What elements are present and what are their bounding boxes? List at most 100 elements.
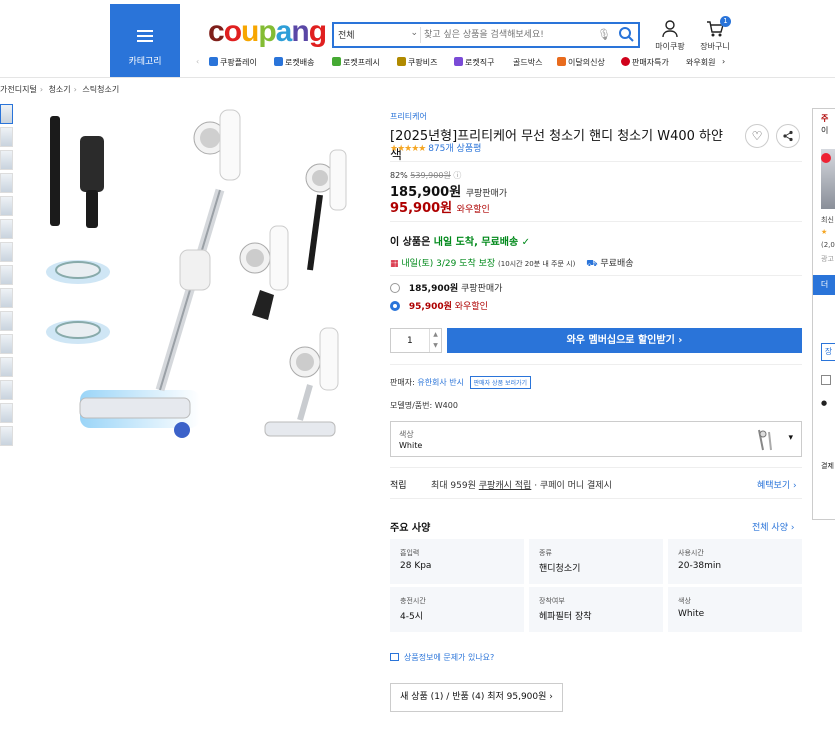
radio-button-selected[interactable] xyxy=(390,301,400,311)
coupang-cash-link[interactable]: 쿠팡캐시 적립 xyxy=(479,481,532,491)
recommend-product-image[interactable] xyxy=(821,149,835,209)
product-main-image[interactable] xyxy=(20,100,365,460)
quick-link[interactable]: 와우회원 xyxy=(686,57,715,68)
quick-link[interactable]: 로켓프레시 xyxy=(332,57,380,68)
wow-membership-button[interactable]: 와우 멤버십으로 할인받기 › xyxy=(447,328,802,353)
seller-name[interactable]: 유한회사 반시 xyxy=(417,378,464,387)
delivery-date: 내일(토) 3/29 도착 보장 xyxy=(401,259,496,269)
logo-letter: u xyxy=(241,15,259,48)
logo-letter: a xyxy=(275,15,293,48)
mypage-label: 마이쿠팡 xyxy=(655,42,685,51)
spec-key: 장착여부 xyxy=(539,597,565,605)
thumbnail[interactable] xyxy=(0,334,13,354)
search-input[interactable] xyxy=(424,26,584,44)
reward-amount: 최대 959원 xyxy=(431,481,476,491)
thumbnail[interactable] xyxy=(0,380,13,400)
quick-link-icon xyxy=(274,57,283,66)
wow-price-note: 와우할인 xyxy=(456,205,490,215)
truck-icon: ⛟ xyxy=(586,259,598,269)
thumbnail[interactable] xyxy=(0,288,13,308)
logo-letter: c xyxy=(208,15,225,48)
divider xyxy=(420,27,421,43)
color-select[interactable]: 색상 White ▾ xyxy=(390,421,802,457)
seller-products-button[interactable]: 판매자 상품 보러가기 xyxy=(469,376,532,389)
caret-up-icon[interactable]: ▲ xyxy=(430,329,441,340)
color-select-value: White xyxy=(399,441,423,450)
thumbnail[interactable] xyxy=(0,403,13,423)
mypage-button[interactable]: 마이쿠팡 xyxy=(650,20,690,52)
cart-label: 장바구니 xyxy=(700,42,730,51)
quantity-stepper[interactable]: 1 ▲ ▼ xyxy=(390,328,442,353)
quick-link[interactable]: 골드박스 xyxy=(513,57,542,68)
discount-badge xyxy=(821,153,831,163)
spec-cell: 장착여부헤파필터 장착 xyxy=(529,587,663,632)
quick-link-icon xyxy=(332,57,341,66)
thumbnail[interactable] xyxy=(0,150,13,170)
spec-value: 20-38min xyxy=(678,561,722,571)
info-icon[interactable]: ⓘ xyxy=(453,171,461,180)
thumbnail[interactable] xyxy=(0,357,13,377)
share-icon[interactable] xyxy=(776,124,800,148)
coupang-logo[interactable]: coupang xyxy=(208,14,327,50)
microphone-icon[interactable]: 🎙 xyxy=(597,28,611,41)
spec-value: 헤파필터 장착 xyxy=(539,612,592,622)
chevron-right-icon[interactable]: › xyxy=(722,57,725,66)
quick-link[interactable]: 쿠팡비즈 xyxy=(397,57,437,68)
breadcrumb-item[interactable]: 가전디지털 xyxy=(0,85,37,94)
quick-link[interactable]: 로켓배송 xyxy=(274,57,314,68)
logo-letter: o xyxy=(223,15,242,48)
side-button[interactable]: 장 xyxy=(821,343,835,361)
thumbnail[interactable] xyxy=(0,127,13,147)
quick-link[interactable]: 이달의신상 xyxy=(557,57,605,68)
thumbnail[interactable] xyxy=(0,196,13,216)
caret-down-icon[interactable]: ▼ xyxy=(430,340,441,351)
thumbnail[interactable] xyxy=(0,265,13,285)
new-return-button[interactable]: 새 상품 (1) / 반품 (4) 최저 95,900원 › xyxy=(390,683,563,712)
radio-button[interactable] xyxy=(390,283,400,293)
spec-title: 주요 사양 xyxy=(390,523,431,534)
all-specs-link[interactable]: 전체 사양 › xyxy=(752,520,794,533)
price-option-wow[interactable]: 95,900원 와우할인 xyxy=(390,299,488,312)
quantity-arrows[interactable]: ▲ ▼ xyxy=(429,329,441,352)
breadcrumb-item[interactable]: 청소기 xyxy=(49,85,71,94)
benefits-link[interactable]: 혜택보기 › xyxy=(757,478,797,491)
panel-title: 주 xyxy=(821,114,829,123)
model-number: 모델명/품번: W400 xyxy=(390,401,458,410)
spec-key: 사용시간 xyxy=(678,549,704,557)
price-option-regular[interactable]: 185,900원 쿠팡판매가 xyxy=(390,281,502,294)
search-icon[interactable] xyxy=(617,25,635,45)
thumbnail[interactable] xyxy=(0,242,13,262)
thumbnail[interactable] xyxy=(0,426,13,446)
rating-stars: ★★★★★ xyxy=(390,144,426,154)
more-button[interactable]: 더 xyxy=(813,275,835,295)
thumbnail[interactable] xyxy=(0,219,13,239)
cart-button[interactable]: 1 장바구니 xyxy=(695,16,735,52)
search-bar: 전체 ⌄ 🎙 xyxy=(332,22,640,48)
spec-key: 충전시간 xyxy=(400,597,426,605)
chevron-left-icon[interactable]: ‹ xyxy=(196,57,199,66)
recommend-product-name[interactable]: 최신 xyxy=(821,215,834,225)
spec-value: 28 Kpa xyxy=(400,561,432,571)
quick-link-label: 로켓직구 xyxy=(465,58,495,67)
quick-link[interactable]: 쿠팡플레이 xyxy=(209,57,257,68)
quick-link[interactable]: 판매자특가 xyxy=(621,57,669,68)
thumbnail[interactable] xyxy=(0,173,13,193)
option-price: 95,900원 xyxy=(408,302,452,312)
divider xyxy=(390,221,802,222)
divider xyxy=(390,498,802,499)
breadcrumb-item[interactable]: 스틱청소기 xyxy=(82,85,119,94)
color-select-label: 색상 xyxy=(399,430,414,439)
wishlist-heart-icon[interactable]: ♡ xyxy=(745,124,769,148)
ad-label: 광고 xyxy=(821,255,834,263)
user-icon xyxy=(662,20,678,38)
search-category-select[interactable]: 전체 ⌄ xyxy=(338,28,418,41)
thumbnail[interactable] xyxy=(0,104,13,124)
report-problem-link[interactable]: 상품정보에 문제가 있나요? xyxy=(390,652,494,663)
rating[interactable]: ★★★★★ 875개 상품평 xyxy=(390,141,481,154)
thumbnail[interactable] xyxy=(0,311,13,331)
quick-link[interactable]: 로켓직구 xyxy=(454,57,494,68)
option-thumbnail xyxy=(758,429,772,451)
checkbox[interactable] xyxy=(821,375,831,385)
brand-link[interactable]: 프리티케어 xyxy=(390,111,427,122)
category-menu-button[interactable]: 카테고리 xyxy=(110,4,180,77)
